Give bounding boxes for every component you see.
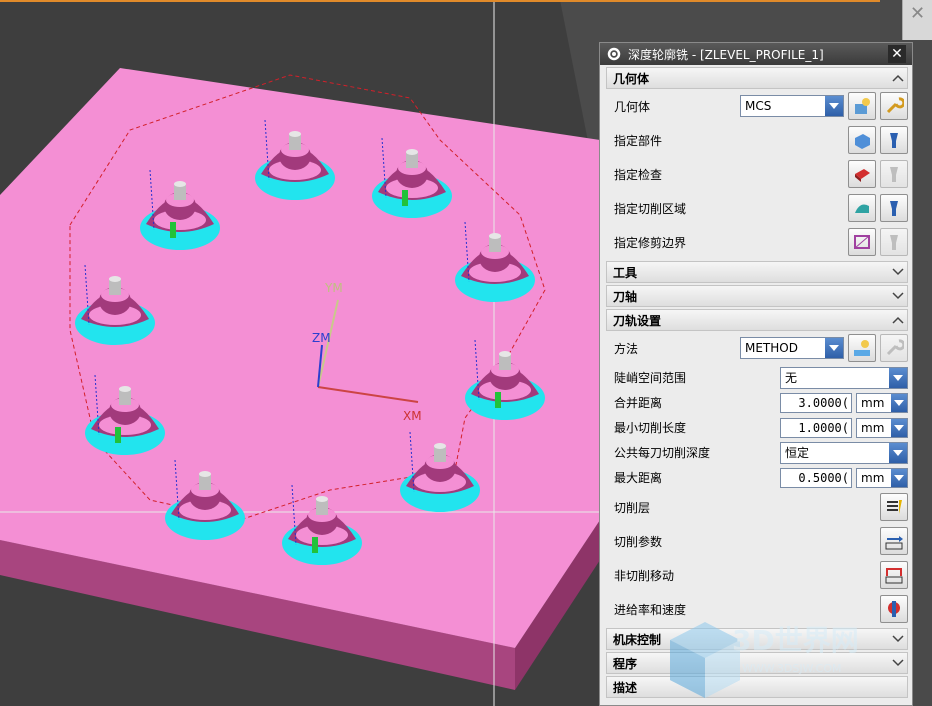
- chevron-down-icon: [825, 338, 843, 358]
- max-distance-input[interactable]: 0.5000(: [780, 467, 852, 488]
- pin-icon[interactable]: ✕: [902, 0, 932, 40]
- cut-depth-select[interactable]: 恒定: [780, 441, 908, 464]
- watermark-logo: 3D世界网 WWW.3DSJW.COM: [650, 610, 920, 700]
- method-select[interactable]: METHOD: [740, 337, 844, 359]
- section-axis-header[interactable]: 刀轴: [606, 285, 908, 307]
- cut-area-icon[interactable]: [848, 194, 876, 222]
- flashlight-icon[interactable]: [880, 126, 908, 154]
- flashlight-icon[interactable]: [880, 160, 908, 188]
- new-method-icon[interactable]: [848, 334, 876, 362]
- cut-levels-icon[interactable]: [880, 493, 908, 521]
- chevron-down-icon: [889, 442, 907, 463]
- chevron-down-icon: [825, 96, 843, 116]
- specify-check-row: 指定检查: [606, 157, 908, 191]
- method-row: 方法 METHOD: [606, 331, 908, 365]
- new-geometry-icon[interactable]: [848, 92, 876, 120]
- dialog-title: 深度轮廓铣 - [ZLEVEL_PROFILE_1]: [628, 47, 824, 62]
- merge-distance-row: 合并距离 3.0000( mm: [606, 390, 908, 415]
- edit-wrench-icon[interactable]: [880, 92, 908, 120]
- max-distance-unit[interactable]: mm: [856, 467, 908, 488]
- chevron-down-icon: [891, 418, 907, 437]
- gear-icon[interactable]: [606, 46, 622, 62]
- section-tool-header[interactable]: 工具: [606, 261, 908, 283]
- specify-trim-row: 指定修剪边界: [606, 225, 908, 259]
- chevron-down-icon: [891, 393, 907, 412]
- min-cut-length-row: 最小切削长度 1.0000( mm: [606, 415, 908, 440]
- section-path-settings-header[interactable]: 刀轨设置: [606, 309, 908, 331]
- part-icon[interactable]: [848, 126, 876, 154]
- check-geometry-icon[interactable]: [848, 160, 876, 188]
- operation-dialog: 深度轮廓铣 - [ZLEVEL_PROFILE_1] ✕ 几何体 几何体 MCS…: [599, 42, 913, 706]
- non-cut-moves-icon[interactable]: [880, 561, 908, 589]
- xm-label: XM: [403, 409, 422, 423]
- min-cut-length-input[interactable]: 1.0000(: [780, 417, 852, 438]
- chevron-down-icon: [891, 468, 907, 487]
- cut-depth-row: 公共每刀切削深度 恒定: [606, 440, 908, 465]
- merge-distance-input[interactable]: 3.0000(: [780, 392, 852, 413]
- chevron-up-icon: [889, 311, 907, 329]
- merge-distance-unit[interactable]: mm: [856, 392, 908, 413]
- flashlight-icon[interactable]: [880, 194, 908, 222]
- cut-levels-row: 切削层: [606, 490, 908, 524]
- ym-label: YM: [324, 281, 343, 295]
- non-cut-moves-row: 非切削移动: [606, 558, 908, 592]
- flashlight-icon[interactable]: [880, 228, 908, 256]
- watermark-sub: WWW.3DSJW.COM: [742, 662, 842, 675]
- zm-label: ZM: [312, 331, 331, 345]
- geometry-row: 几何体 MCS: [606, 89, 908, 123]
- dialog-titlebar: 深度轮廓铣 - [ZLEVEL_PROFILE_1] ✕: [600, 43, 912, 65]
- trim-boundary-icon[interactable]: [848, 228, 876, 256]
- max-distance-row: 最大距离 0.5000( mm: [606, 465, 908, 490]
- steep-range-row: 陡峭空间范围 无: [606, 365, 908, 390]
- cut-params-icon[interactable]: [880, 527, 908, 555]
- chevron-down-icon: [889, 367, 907, 388]
- steep-range-select[interactable]: 无: [780, 366, 908, 389]
- specify-part-row: 指定部件: [606, 123, 908, 157]
- top-rule: [0, 0, 880, 2]
- close-icon[interactable]: ✕: [888, 45, 906, 63]
- cut-params-row: 切削参数: [606, 524, 908, 558]
- edit-wrench-icon[interactable]: [880, 334, 908, 362]
- min-cut-length-unit[interactable]: mm: [856, 417, 908, 438]
- chevron-down-icon: [889, 287, 907, 305]
- chevron-down-icon: [889, 263, 907, 281]
- section-geometry-header[interactable]: 几何体: [606, 67, 908, 89]
- specify-cut-area-row: 指定切削区域: [606, 191, 908, 225]
- chevron-up-icon[interactable]: [889, 69, 907, 87]
- geometry-select[interactable]: MCS: [740, 95, 844, 117]
- watermark-text: 3D世界网: [732, 624, 859, 657]
